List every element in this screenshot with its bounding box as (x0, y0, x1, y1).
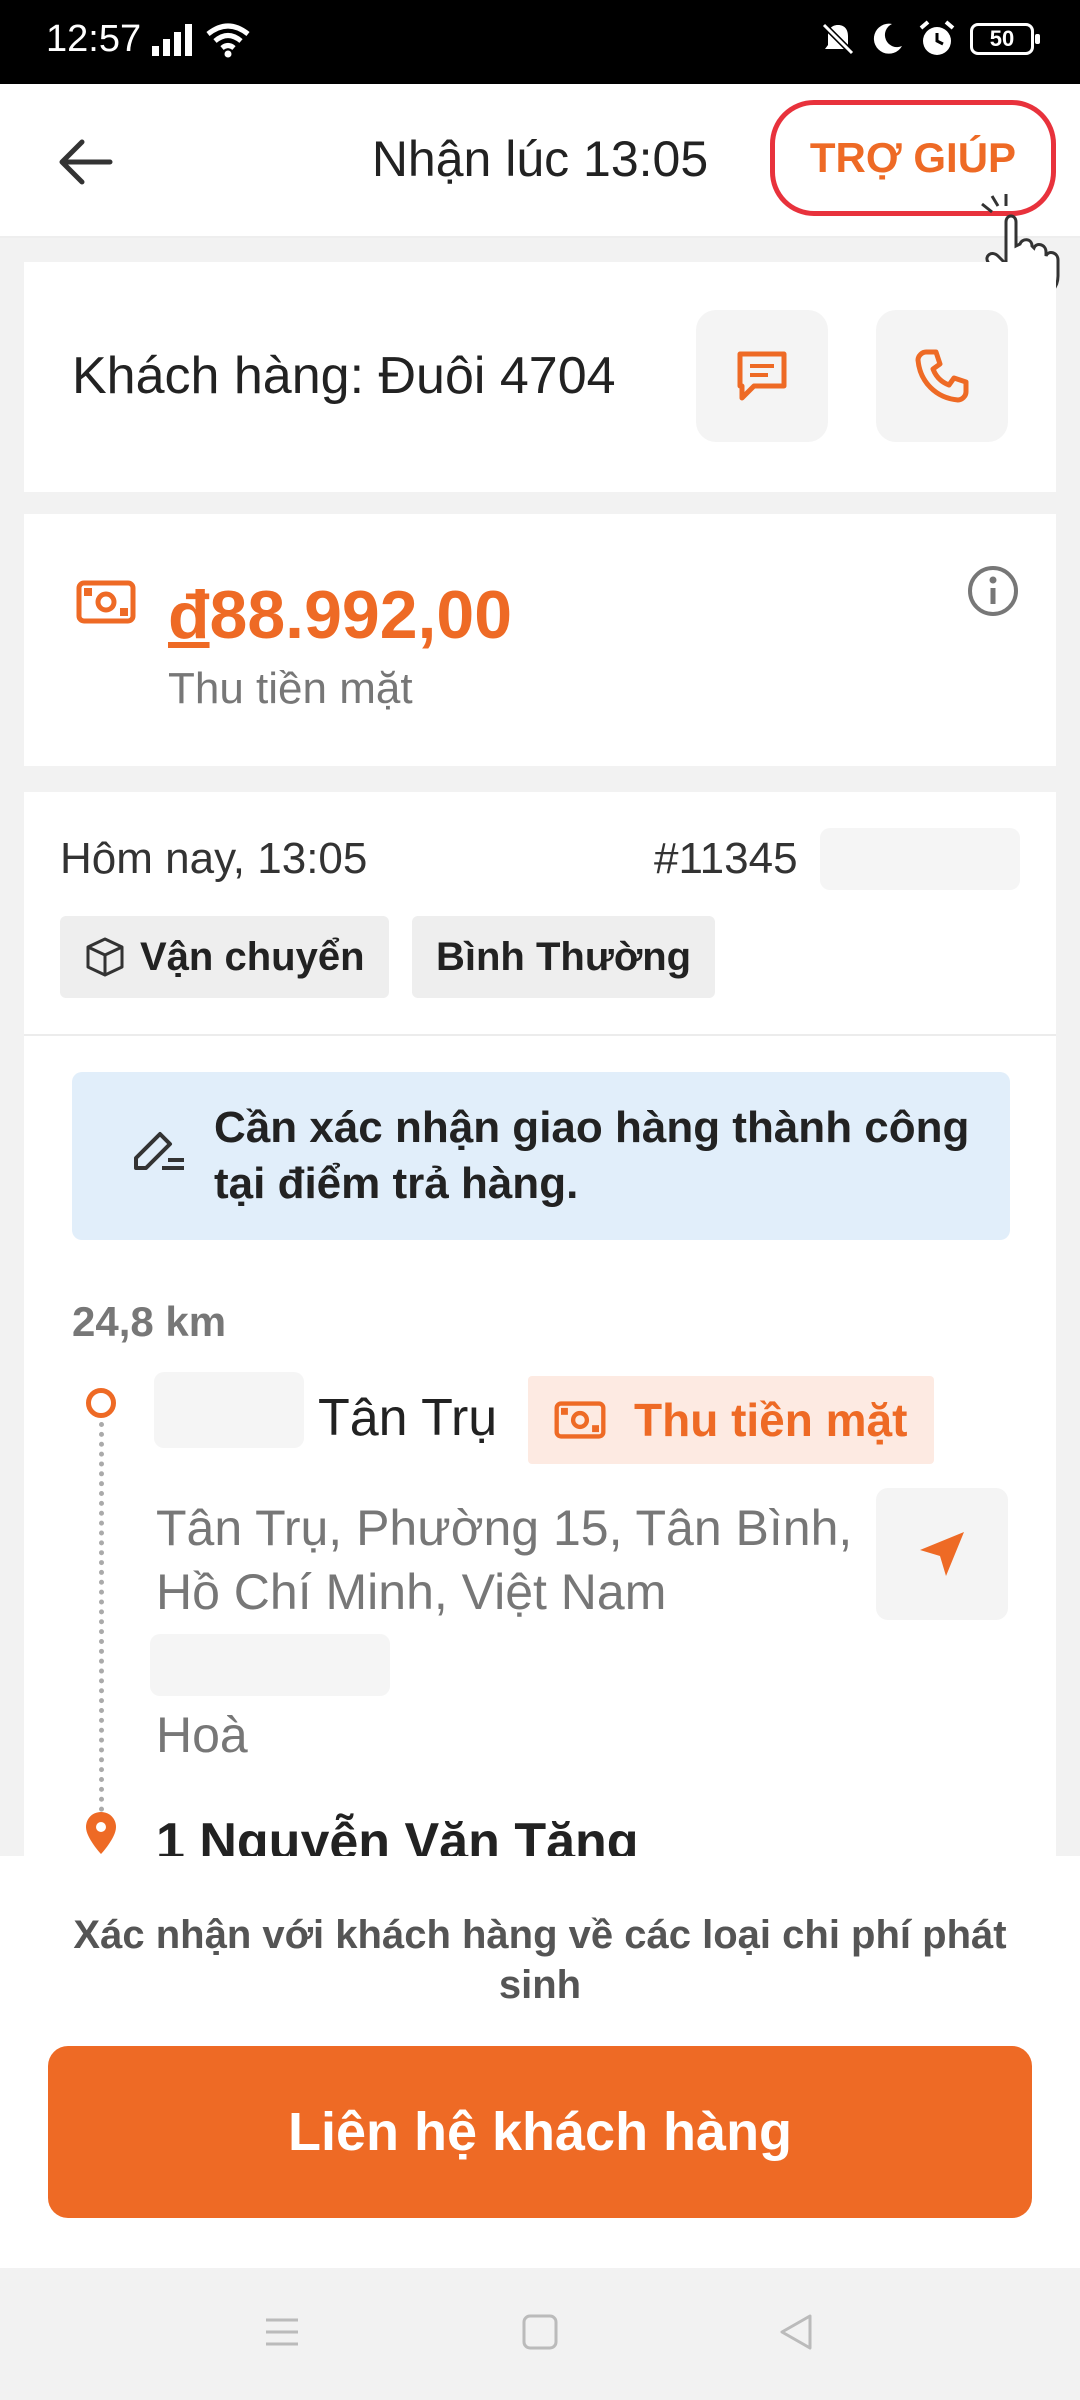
redacted-area (150, 1634, 390, 1696)
cash-collect-tag: Thu tiền mặt (528, 1376, 934, 1464)
status-time: 12:57 (46, 18, 142, 60)
payment-amount: đ88.992,00 (168, 576, 512, 654)
order-id: #11345 (654, 834, 798, 883)
dropoff-pin-icon (86, 1812, 116, 1854)
pickup-address: Tân Trụ, Phường 15, Tân Bình, Hồ Chí Min… (156, 1500, 853, 1620)
edit-pen-icon (134, 1132, 184, 1170)
status-right-icons: 50 (820, 20, 1040, 58)
payment-card: đ88.992,00 Thu tiền mặt (24, 514, 1056, 766)
status-bar: 12:57 50 (0, 0, 1080, 84)
pickup-marker-icon (86, 1388, 116, 1418)
customer-card: Khách hàng: Đuôi 4704 (24, 262, 1056, 492)
notice-text: Cần xác nhận giao hàng thành công tại đi… (214, 1103, 970, 1208)
order-details-card: Hôm nay, 13:05 #11345 Vận chuyển Bình Th… (24, 792, 1056, 1871)
route-line (99, 1422, 104, 1812)
home-icon[interactable] (520, 2312, 560, 2352)
tag-label: Vận chuyển (140, 934, 365, 979)
order-date: Hôm nay, 13:05 (60, 834, 368, 883)
cash-tag-label: Thu tiền mặt (634, 1394, 908, 1446)
payment-method: Thu tiền mặt (168, 664, 413, 713)
divider (24, 1034, 1056, 1036)
tag-priority: Bình Thường (412, 916, 716, 998)
amount-value: 88.992,00 (209, 577, 513, 653)
back-triangle-icon[interactable] (776, 2312, 816, 2352)
chat-button[interactable] (696, 310, 828, 442)
system-nav-bar (0, 2268, 1080, 2400)
route-distance: 24,8 km (72, 1298, 227, 1345)
navigate-button[interactable] (876, 1488, 1008, 1620)
call-button[interactable] (876, 310, 1008, 442)
battery-indicator: 50 (970, 23, 1040, 55)
tag-shipping: Vận chuyển (60, 916, 389, 998)
navigation-arrow-icon (920, 1532, 964, 1576)
box-icon (86, 937, 124, 977)
pickup-ward: Hoà (156, 1707, 248, 1763)
chat-icon (737, 351, 787, 401)
signal-icon (152, 24, 192, 56)
top-app-bar: Nhận lúc 13:05 TRỢ GIÚP (0, 84, 1080, 300)
tag-label: Bình Thường (436, 934, 692, 979)
info-icon[interactable] (966, 564, 1020, 618)
moon-icon (873, 23, 902, 54)
cash-icon (76, 580, 136, 624)
redacted-area (154, 1372, 304, 1448)
wifi-icon (206, 23, 250, 58)
currency-symbol: đ (168, 577, 210, 653)
mute-icon (821, 22, 855, 56)
contact-customer-button[interactable]: Liên hệ khách hàng (48, 2046, 1032, 2218)
delivery-notice: Cần xác nhận giao hàng thành công tại đi… (72, 1072, 1010, 1240)
customer-label: Khách hàng: Đuôi 4704 (72, 347, 616, 405)
alarm-icon (919, 20, 955, 55)
phone-icon (915, 349, 969, 403)
cash-icon (554, 1401, 606, 1439)
redacted-area (820, 828, 1020, 890)
pickup-name: Tân Trụ (318, 1389, 498, 1447)
bottom-action-sheet: Xác nhận với khách hàng về các loại chi … (0, 1856, 1080, 2268)
menu-icon[interactable] (262, 2312, 302, 2352)
fee-warning: Xác nhận với khách hàng về các loại chi … (73, 1913, 1007, 2007)
